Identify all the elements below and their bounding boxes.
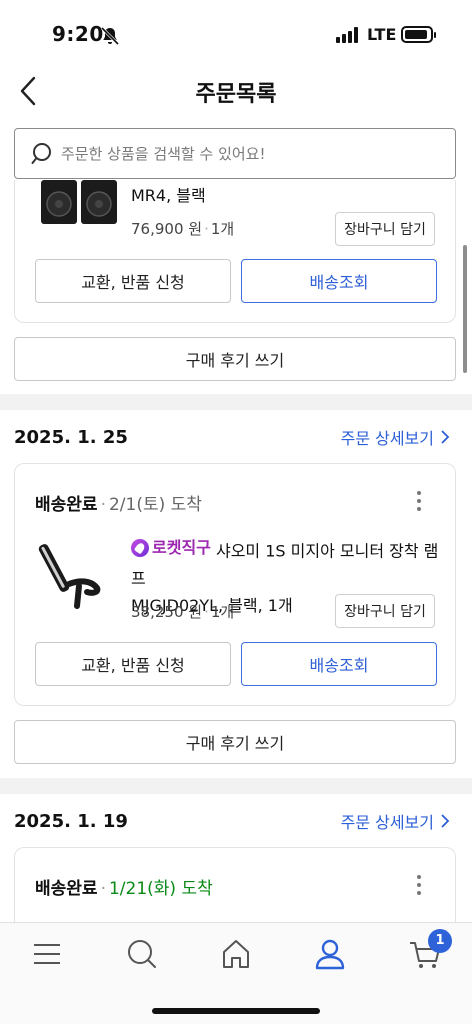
cart-count-badge: 1 [428, 929, 452, 953]
order-detail-link[interactable]: 주문 상세보기 [341, 425, 450, 449]
order-card: MR4, 블랙 76,900 원 · 1개 장바구니 담기 교환, 반품 신청 배송… [14, 180, 456, 323]
delivery-status: 배송완료 · 1/21(화) 도착 [35, 879, 213, 899]
order-date: 2025. 1. 25 [14, 427, 128, 448]
exchange-return-button[interactable]: 교환, 반품 신청 [35, 259, 231, 303]
search-icon[interactable] [124, 937, 158, 971]
bell-off-icon [100, 26, 120, 46]
order-detail-link[interactable]: 주문 상세보기 [341, 809, 450, 833]
battery-icon [401, 26, 436, 43]
arrival-date: 1/21(화) 도착 [108, 879, 213, 899]
signal-icon [336, 27, 358, 43]
rocket-label: 로켓직구 [152, 538, 211, 557]
rocket-direct-badge: 로켓직구 [131, 534, 211, 561]
menu-icon[interactable] [30, 937, 64, 971]
product-image-speakers[interactable] [35, 180, 123, 226]
price-value: 76,900 원 [131, 220, 203, 238]
status-time: 9:20 [52, 22, 104, 46]
scrollbar-thumb[interactable] [463, 245, 467, 373]
home-icon[interactable] [219, 937, 253, 971]
product-image-lamp[interactable] [35, 536, 123, 612]
product-price: 76,900 원 · 1개 [131, 220, 235, 238]
more-options-icon[interactable] [417, 875, 423, 895]
status-label: 배송완료 [35, 495, 98, 515]
order-search-box[interactable] [14, 128, 456, 179]
network-label: LTE [367, 25, 397, 44]
product-price: 38,250 원 · 1개 [131, 603, 235, 621]
qty-value: 1개 [210, 603, 235, 621]
section-divider [0, 778, 472, 794]
order-card: 배송완료 · 1/21(화) 도착 [14, 847, 456, 922]
order-card: 배송완료 · 2/1(토) 도착 로켓직구 샤오미 1S 미지아 모니터 장착 램프… [14, 463, 456, 706]
more-options-icon[interactable] [417, 491, 423, 511]
chevron-right-icon [441, 814, 450, 828]
my-account-icon[interactable] [313, 937, 347, 971]
arrival-date: 2/1(토) 도착 [108, 495, 202, 515]
search-icon [31, 143, 51, 164]
search-input[interactable] [61, 139, 441, 169]
track-delivery-button[interactable]: 배송조회 [241, 642, 437, 686]
status-label: 배송완료 [35, 879, 98, 899]
qty-value: 1개 [210, 220, 235, 238]
order-detail-label: 주문 상세보기 [340, 429, 434, 448]
product-title[interactable]: MR4, 블랙 [131, 182, 441, 209]
status-bar: 9:20 LTE [0, 0, 472, 70]
nav-header: 주문목록 [0, 70, 472, 120]
page-title: 주문목록 [195, 82, 277, 107]
track-delivery-button[interactable]: 배송조회 [241, 259, 437, 303]
write-review-button[interactable]: 구매 후기 쓰기 [14, 720, 456, 764]
delivery-status: 배송완료 · 2/1(토) 도착 [35, 495, 202, 515]
order-list[interactable]: MR4, 블랙 76,900 원 · 1개 장바구니 담기 교환, 반품 신청 배송… [0, 180, 472, 922]
price-value: 38,250 원 [131, 603, 203, 621]
order-detail-label: 주문 상세보기 [340, 813, 434, 832]
home-indicator [152, 1008, 320, 1014]
add-to-cart-button[interactable]: 장바구니 담기 [335, 594, 435, 628]
order-date: 2025. 1. 19 [14, 811, 128, 832]
section-divider [0, 394, 472, 410]
chevron-right-icon [441, 430, 450, 444]
add-to-cart-button[interactable]: 장바구니 담기 [335, 212, 435, 246]
rocket-icon [131, 538, 149, 557]
write-review-button[interactable]: 구매 후기 쓰기 [14, 337, 456, 381]
exchange-return-button[interactable]: 교환, 반품 신청 [35, 642, 231, 686]
